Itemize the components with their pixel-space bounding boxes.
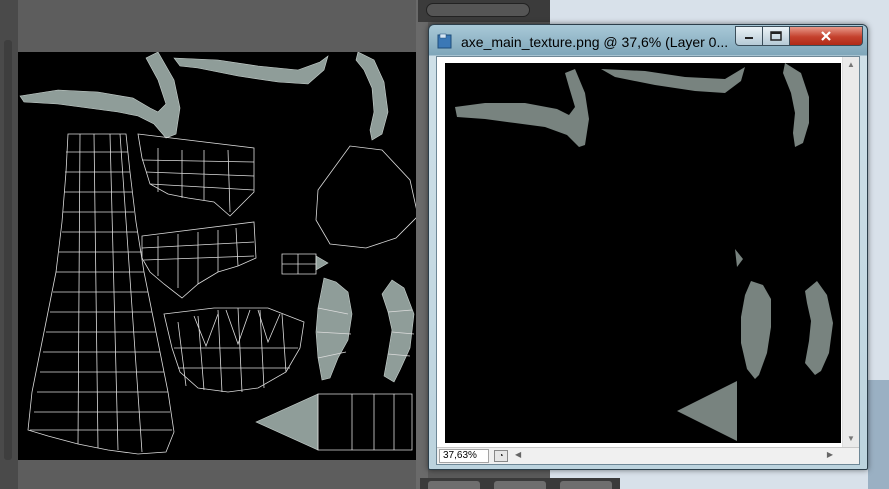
- vertical-scrollbar[interactable]: ▲ ▼: [842, 57, 859, 447]
- zoom-level-field[interactable]: 37,63%: [439, 449, 489, 463]
- close-icon: [821, 31, 831, 41]
- bottom-panel-tab-1[interactable]: [428, 481, 480, 489]
- uv-shell-top-strip: [173, 55, 329, 85]
- texture-svg: [455, 63, 833, 441]
- close-button[interactable]: [789, 26, 863, 46]
- uv-shell-triangle: [255, 393, 319, 451]
- minimize-icon: [745, 37, 753, 39]
- uv-editor-scroll-thumb[interactable]: [4, 40, 12, 460]
- texture-crescent-right: [805, 281, 833, 375]
- texture-top-strip: [601, 67, 745, 93]
- document-content-area: ▲ ▼ 37,63% ◔ ◀ ▶: [436, 56, 860, 465]
- texture-triangle: [677, 381, 737, 441]
- uv-layout-svg: [19, 52, 416, 455]
- minimize-button[interactable]: [735, 26, 763, 46]
- uv-shell-crescent-left: [315, 277, 353, 381]
- scroll-down-icon[interactable]: ▼: [847, 435, 855, 443]
- maximize-icon: [770, 31, 782, 41]
- maximize-button[interactable]: [762, 26, 790, 46]
- uv-shell-crescent-top: [355, 52, 389, 141]
- scroll-right-icon[interactable]: ▶: [827, 450, 833, 459]
- document-info-icon[interactable]: ◔: [494, 450, 508, 462]
- scroll-up-icon[interactable]: ▲: [847, 61, 855, 69]
- bottom-panel-tab-3[interactable]: [560, 481, 612, 489]
- uv-shell-handle: [27, 133, 175, 455]
- uv-shell-blade-strip: [19, 52, 181, 139]
- uv-shell-small-arrow: [315, 255, 329, 271]
- texture-canvas[interactable]: [445, 63, 841, 443]
- photoshop-doc-icon: [437, 33, 453, 49]
- status-bar: 37,63% ◔ ◀ ▶: [437, 447, 859, 464]
- options-bar-button[interactable]: [426, 3, 530, 17]
- uv-shell-octagon: [315, 145, 416, 249]
- texture-blade-strip: [455, 69, 589, 147]
- texture-crescent-top: [783, 63, 809, 147]
- uv-shell-crescent-right: [381, 279, 415, 383]
- uv-editor-divider: [416, 0, 428, 489]
- bottom-panel-tab-2[interactable]: [494, 481, 546, 489]
- document-title: axe_main_texture.png @ 37,6% (Layer 0...: [461, 34, 729, 50]
- texture-small-arrow: [735, 249, 743, 267]
- workspace-panel-edge: [868, 380, 889, 489]
- uv-shell-bottom-rect: [317, 393, 413, 451]
- uv-editor-scrollbar[interactable]: [0, 0, 18, 489]
- document-window[interactable]: axe_main_texture.png @ 37,6% (Layer 0...: [428, 24, 868, 470]
- uv-shell-small-rect: [281, 253, 317, 275]
- uv-shell-head-lower: [141, 221, 257, 299]
- scroll-left-icon[interactable]: ◀: [515, 450, 521, 459]
- texture-crescent-left: [741, 281, 771, 379]
- uv-canvas[interactable]: [18, 52, 416, 460]
